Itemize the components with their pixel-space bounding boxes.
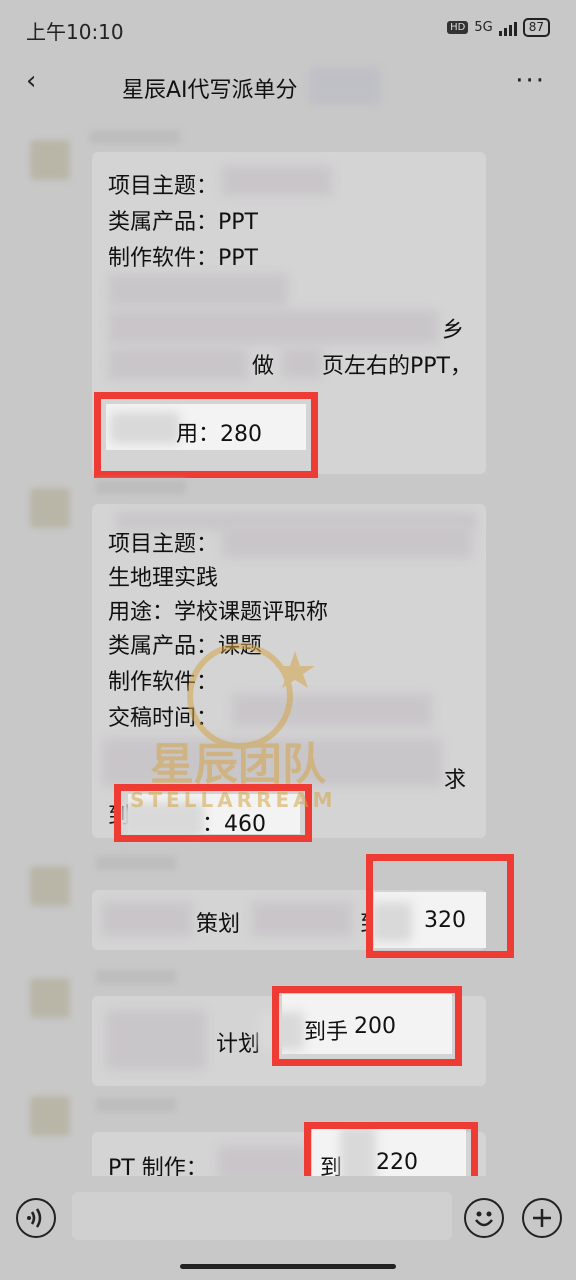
avatar[interactable]: [30, 488, 70, 528]
message-input[interactable]: [72, 1192, 452, 1240]
message-line: 生地理实践: [108, 566, 219, 591]
message-line: 页左右的PPT，: [322, 354, 472, 379]
status-icons: HD 5G 87: [447, 18, 550, 37]
status-time: 上午10:10: [26, 20, 124, 44]
sender-name: [96, 970, 176, 984]
signal-icon: [498, 20, 517, 36]
highlight-box: [94, 392, 318, 478]
avatar[interactable]: [30, 140, 70, 180]
avatar[interactable]: [30, 866, 70, 906]
message-line: 求: [444, 768, 467, 793]
message-line: 类属产品：PPT: [108, 210, 258, 235]
message-line: 做: [252, 354, 275, 379]
back-arrow-icon[interactable]: ‹: [26, 66, 36, 96]
more-dots-icon[interactable]: ···: [515, 66, 546, 96]
voice-icon[interactable]: [16, 1198, 56, 1238]
title-blur: [310, 68, 380, 104]
home-indicator[interactable]: [180, 1264, 396, 1269]
chat-title: 星辰AI代写派单分: [122, 78, 298, 103]
message-line: 项目主题：: [108, 532, 219, 557]
avatar[interactable]: [30, 1096, 70, 1136]
watermark-sub: STELLARREAM: [130, 788, 337, 812]
message-line: 策划: [196, 912, 241, 937]
plus-icon[interactable]: [522, 1198, 562, 1238]
battery-icon: 87: [522, 18, 550, 37]
message-line: 计划: [216, 1032, 261, 1057]
message-line: 用途：学校课题评职称: [108, 600, 329, 625]
chat-header: ‹ 星辰AI代写派单分 ···: [0, 58, 576, 116]
watermark-logo: 星辰团队 STELLARREAM: [120, 636, 380, 836]
message-line: 制作软件：PPT: [108, 246, 258, 271]
sender-name: [96, 480, 186, 494]
input-bar: [0, 1176, 576, 1280]
avatar[interactable]: [30, 978, 70, 1018]
message-line: 乡: [442, 318, 465, 343]
hd-badge: HD: [447, 21, 469, 34]
watermark-main: 星辰团队: [150, 739, 326, 790]
sender-name: [90, 130, 180, 144]
message-line: 项目主题：: [108, 174, 219, 199]
sender-name: [96, 1098, 176, 1112]
chat-area[interactable]: 项目主题： 类属产品：PPT 制作软件：PPT 乡 做 页左右的PPT， 用：2…: [0, 116, 576, 1206]
sender-name: [96, 856, 176, 870]
network-label: 5G: [474, 20, 493, 35]
highlight-box: [272, 986, 462, 1066]
status-bar: 上午10:10 HD 5G 87: [0, 0, 576, 58]
highlight-box: [366, 854, 514, 958]
emoji-icon[interactable]: [464, 1198, 504, 1238]
